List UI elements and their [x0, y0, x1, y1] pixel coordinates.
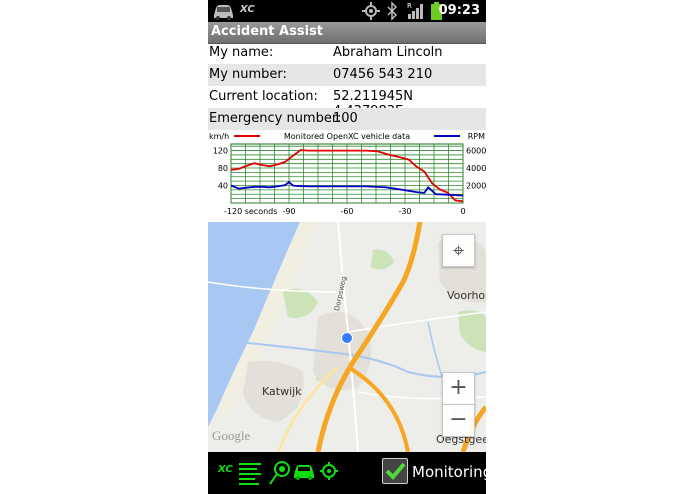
- emergency-label: Emergency number:: [209, 111, 342, 126]
- y-right-label: RPM: [468, 132, 485, 141]
- car-icon: [294, 465, 314, 480]
- google-logo: Google: [212, 428, 251, 443]
- info-row-name: My name: Abraham Lincoln: [208, 42, 486, 64]
- checkmark-icon: [385, 462, 406, 480]
- y-left-label: km/h: [209, 132, 229, 141]
- name-label: My name:: [209, 45, 274, 60]
- y-left-tick: 80: [218, 164, 228, 173]
- number-value: 07456 543 210: [333, 67, 433, 82]
- status-time: 09:23: [438, 3, 480, 18]
- location-label: Current location:: [209, 89, 318, 104]
- status-bar: XC R 09:23: [208, 0, 486, 22]
- x-tick-label: -30: [398, 207, 411, 216]
- y-right-tick: 6000: [466, 147, 486, 156]
- y-right-tick: 2000: [466, 182, 486, 191]
- dongle-icon: [269, 461, 290, 485]
- y-left-tick: 120: [213, 147, 228, 156]
- locate-icon: ⌖: [452, 238, 465, 262]
- info-row-emergency: Emergency number: 100: [208, 108, 486, 130]
- name-value: Abraham Lincoln: [333, 45, 443, 60]
- bottom-bar: XC Monitoring: [208, 452, 486, 494]
- monitoring-label: Monitoring: [412, 463, 486, 481]
- xc-logo-icon: XC: [218, 464, 233, 475]
- map-view[interactable]: Dorpsweg Katwijk Voorhou Oegstgeest Goog…: [208, 222, 486, 452]
- gps-target-icon: [320, 462, 338, 480]
- current-location-marker: [341, 332, 353, 344]
- phone-screen: XC R 09:23 Accident Assist My name: Abra…: [208, 0, 486, 494]
- x-tick-label: -90: [282, 207, 295, 216]
- app-title: Accident Assist: [211, 24, 323, 39]
- vehicle-data-chart: km/h Monitored OpenXC vehicle data RPM 40 80…: [209, 132, 486, 216]
- number-label: My number:: [209, 67, 287, 82]
- x-tick-label: -120 seconds: [224, 207, 277, 216]
- info-row-location: Current location: 52.211945N 4.437983E: [208, 86, 486, 119]
- y-left-tick: 40: [218, 182, 228, 191]
- chart-title: Monitored OpenXC vehicle data: [284, 132, 410, 141]
- emergency-value: 100: [333, 111, 358, 126]
- svg-text:R: R: [407, 2, 412, 10]
- my-location-button[interactable]: ⌖: [442, 234, 475, 267]
- zoom-in-button[interactable]: +: [442, 372, 475, 405]
- info-row-number: My number: 07456 543 210: [208, 64, 486, 86]
- katwijk-label: Katwijk: [262, 385, 302, 398]
- car-icon: [214, 5, 233, 20]
- monitoring-checkbox[interactable]: [382, 458, 408, 484]
- bluetooth-icon: [387, 1, 398, 21]
- x-tick-label: 0: [460, 207, 465, 216]
- data-stream-icon: [239, 463, 261, 485]
- gps-icon: [362, 2, 380, 20]
- zoom-out-button[interactable]: −: [442, 404, 475, 437]
- title-bar: Accident Assist: [208, 22, 486, 44]
- y-right-tick: 4000: [466, 164, 486, 173]
- voorhout-label: Voorhou: [447, 289, 486, 302]
- x-tick-label: -60: [340, 207, 353, 216]
- signal-icon: R: [407, 2, 423, 19]
